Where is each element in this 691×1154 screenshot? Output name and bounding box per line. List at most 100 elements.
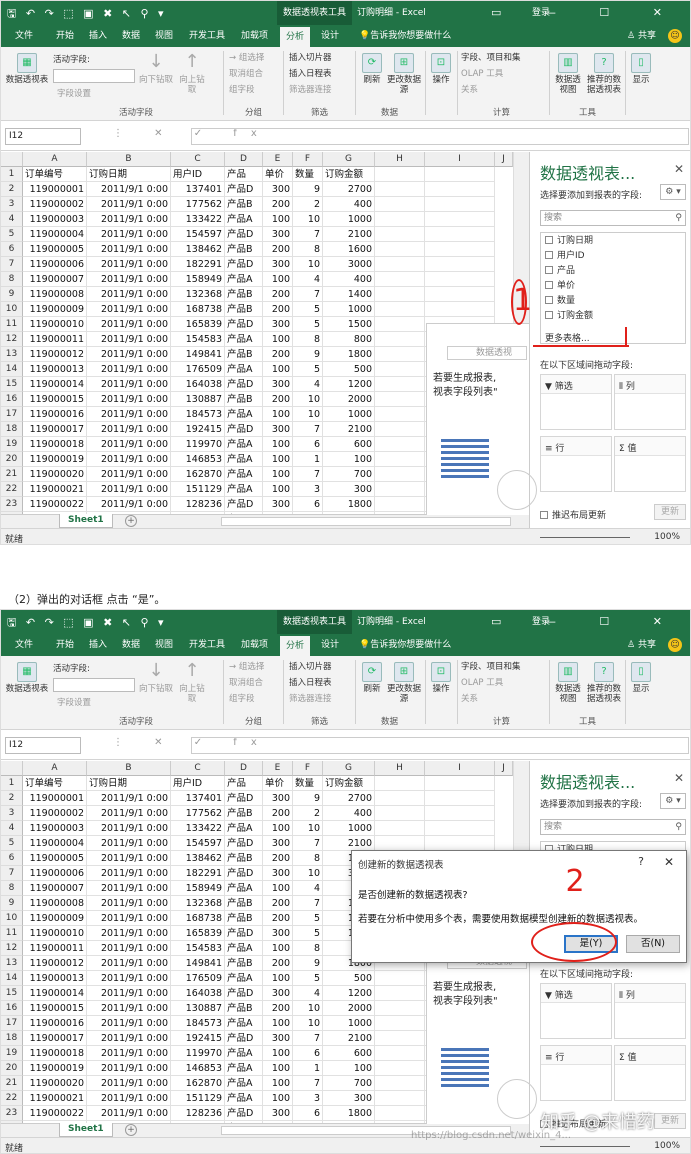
cell[interactable]: 2011/9/1 0:00	[87, 1016, 171, 1031]
cell[interactable]	[375, 257, 425, 272]
cell[interactable]: 产品A	[225, 1076, 263, 1091]
tab-data[interactable]: 数据	[122, 634, 140, 656]
cell[interactable]: 用户ID	[171, 776, 225, 791]
cell[interactable]: 137401	[171, 791, 225, 806]
pivot-placeholder[interactable]: 数据透视若要生成报表,视表字段列表"	[426, 323, 537, 515]
row-number[interactable]: 20	[1, 452, 23, 467]
cell[interactable]: 产品A	[225, 971, 263, 986]
recommended-pivot-button[interactable]: ? 推荐的数据透视表	[584, 662, 624, 704]
cell[interactable]: 119000010	[23, 317, 87, 332]
cell[interactable]: 7	[293, 467, 323, 482]
window-controls[interactable]: ▭ — ☐ ✕	[491, 1, 682, 25]
cell[interactable]: 1200	[323, 986, 375, 1001]
cell[interactable]: 200	[263, 806, 293, 821]
cell[interactable]: 149841	[171, 347, 225, 362]
cell[interactable]: 119000022	[23, 497, 87, 512]
cell[interactable]: 产品A	[225, 332, 263, 347]
zoom-level[interactable]: 100%	[654, 1141, 680, 1151]
cell[interactable]: 6	[293, 497, 323, 512]
cell[interactable]: 9	[293, 347, 323, 362]
cell[interactable]: 119000016	[23, 407, 87, 422]
zoom-slider[interactable]	[540, 537, 630, 538]
zone-values[interactable]: Σ 值	[614, 436, 686, 492]
column-header[interactable]: C	[171, 761, 225, 776]
cell[interactable]: 产品A	[225, 1091, 263, 1106]
cell[interactable]: 2011/9/1 0:00	[87, 287, 171, 302]
share-button[interactable]: ♙ 共享	[627, 634, 656, 656]
row-number[interactable]: 19	[1, 1046, 23, 1061]
cell[interactable]: 128236	[171, 497, 225, 512]
formula-input[interactable]	[191, 128, 689, 145]
cell[interactable]: 200	[263, 851, 293, 866]
row-number[interactable]: 23	[1, 497, 23, 512]
cell[interactable]	[375, 986, 425, 1001]
cell[interactable]: 130887	[171, 1001, 225, 1016]
cell[interactable]: 2011/9/1 0:00	[87, 1091, 171, 1106]
row-number[interactable]: 23	[1, 1106, 23, 1121]
cell[interactable]: 8	[293, 851, 323, 866]
insert-slicer-button[interactable]: 插入切片器	[289, 53, 332, 63]
cell[interactable]: 2100	[323, 422, 375, 437]
cell[interactable]	[375, 497, 425, 512]
field-unit-price[interactable]: 单价	[545, 278, 575, 291]
cell[interactable]: 200	[263, 302, 293, 317]
fields-items-sets-button[interactable]: 字段、项目和集	[461, 53, 521, 63]
tell-me-search[interactable]: 💡告诉我你想要做什么	[359, 25, 451, 47]
cell[interactable]: 119000001	[23, 791, 87, 806]
cell[interactable]: 119000017	[23, 422, 87, 437]
no-button[interactable]: 否(N)	[626, 935, 680, 953]
cell[interactable]	[425, 227, 495, 242]
cell[interactable]: 2700	[323, 182, 375, 197]
tab-design[interactable]: 设计	[321, 634, 339, 656]
cell[interactable]: 100	[263, 971, 293, 986]
relationships-button[interactable]: 关系	[461, 85, 478, 95]
cell[interactable]: 2011/9/1 0:00	[87, 182, 171, 197]
cell[interactable]	[375, 1076, 425, 1091]
row-number[interactable]: 22	[1, 482, 23, 497]
cell[interactable]: 130887	[171, 392, 225, 407]
group-selection-button[interactable]: → 组选择	[229, 53, 264, 63]
cell[interactable]	[375, 197, 425, 212]
row-number[interactable]: 4	[1, 821, 23, 836]
add-sheet-icon[interactable]: +	[125, 1124, 137, 1136]
cell[interactable]: 119000005	[23, 242, 87, 257]
cell[interactable]: 产品B	[225, 1001, 263, 1016]
row-number[interactable]: 12	[1, 332, 23, 347]
cell[interactable]: 119000003	[23, 212, 87, 227]
cell[interactable]: 133422	[171, 821, 225, 836]
cell[interactable]: 165839	[171, 926, 225, 941]
cell[interactable]: 1000	[323, 302, 375, 317]
cell[interactable]: 100	[263, 332, 293, 347]
update-button[interactable]: 更新	[654, 504, 686, 520]
cell[interactable]: 产品D	[225, 986, 263, 1001]
cell[interactable]: 200	[263, 1001, 293, 1016]
cell[interactable]: 119000008	[23, 287, 87, 302]
cell[interactable]: 119000019	[23, 452, 87, 467]
cell[interactable]: 1000	[323, 821, 375, 836]
checkbox[interactable]	[540, 511, 548, 519]
cell[interactable]: 119000011	[23, 941, 87, 956]
show-button[interactable]: ▯ 显示	[629, 53, 653, 85]
column-header[interactable]: I	[425, 761, 495, 776]
cell[interactable]: 产品D	[225, 377, 263, 392]
row-number[interactable]: 3	[1, 197, 23, 212]
row-number[interactable]: 22	[1, 1091, 23, 1106]
cell[interactable]	[375, 392, 425, 407]
cell[interactable]: 产品A	[225, 467, 263, 482]
cell[interactable]: 2100	[323, 836, 375, 851]
cell[interactable]: 100	[263, 821, 293, 836]
cell[interactable]: 300	[263, 377, 293, 392]
cell[interactable]: 1	[293, 1061, 323, 1076]
cell[interactable]: 2011/9/1 0:00	[87, 347, 171, 362]
cell[interactable]: 产品B	[225, 806, 263, 821]
ungroup-button[interactable]: 取消组合	[229, 678, 263, 688]
drill-up-button[interactable]: ↑ 向上钻取	[177, 662, 207, 705]
filter-connections-button[interactable]: 筛选器连接	[289, 694, 332, 704]
cell[interactable]: 产品A	[225, 881, 263, 896]
cell[interactable]	[425, 212, 495, 227]
pivot-chart-button[interactable]: ▥ 数据透视图	[553, 53, 583, 95]
cell[interactable]: 2011/9/1 0:00	[87, 377, 171, 392]
window-controls[interactable]: ▭ — ☐ ✕	[491, 610, 682, 634]
cell[interactable]: 154597	[171, 836, 225, 851]
field-quantity[interactable]: 数量	[545, 293, 575, 306]
